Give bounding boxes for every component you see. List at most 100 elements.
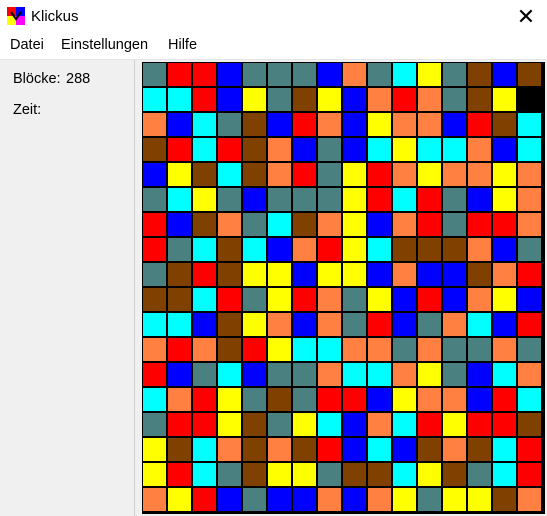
block-cell[interactable] xyxy=(268,513,291,514)
block-cell[interactable] xyxy=(393,313,416,336)
block-cell[interactable] xyxy=(143,513,166,514)
block-cell[interactable] xyxy=(268,463,291,486)
block-cell[interactable] xyxy=(368,363,391,386)
block-cell[interactable] xyxy=(318,238,341,261)
block-cell[interactable] xyxy=(343,88,366,111)
block-cell[interactable] xyxy=(518,188,541,211)
block-cell[interactable] xyxy=(193,138,216,161)
block-cell[interactable] xyxy=(393,63,416,86)
block-cell[interactable] xyxy=(468,188,491,211)
block-cell[interactable] xyxy=(293,438,316,461)
game-board[interactable] xyxy=(142,62,545,514)
block-cell[interactable] xyxy=(193,113,216,136)
block-cell[interactable] xyxy=(493,163,516,186)
block-cell[interactable] xyxy=(218,113,241,136)
block-cell[interactable] xyxy=(243,488,266,511)
block-cell[interactable] xyxy=(193,463,216,486)
block-cell[interactable] xyxy=(518,313,541,336)
block-cell[interactable] xyxy=(368,238,391,261)
block-cell[interactable] xyxy=(268,63,291,86)
block-cell[interactable] xyxy=(268,363,291,386)
block-cell[interactable] xyxy=(393,188,416,211)
block-cell[interactable] xyxy=(318,88,341,111)
block-cell[interactable] xyxy=(368,338,391,361)
block-cell[interactable] xyxy=(418,338,441,361)
block-cell[interactable] xyxy=(318,63,341,86)
block-cell[interactable] xyxy=(143,238,166,261)
block-cell[interactable] xyxy=(318,438,341,461)
block-cell[interactable] xyxy=(343,113,366,136)
block-cell[interactable] xyxy=(468,163,491,186)
block-cell[interactable] xyxy=(293,138,316,161)
block-cell[interactable] xyxy=(418,513,441,514)
block-cell[interactable] xyxy=(343,438,366,461)
block-cell[interactable] xyxy=(468,513,491,514)
block-cell[interactable] xyxy=(293,88,316,111)
block-cell[interactable] xyxy=(518,163,541,186)
block-cell[interactable] xyxy=(543,338,544,361)
block-cell[interactable] xyxy=(168,263,191,286)
block-cell[interactable] xyxy=(193,513,216,514)
block-cell[interactable] xyxy=(418,88,441,111)
block-cell[interactable] xyxy=(193,313,216,336)
block-cell[interactable] xyxy=(343,138,366,161)
block-cell[interactable] xyxy=(168,238,191,261)
block-cell[interactable] xyxy=(443,63,466,86)
block-cell[interactable] xyxy=(143,363,166,386)
block-cell[interactable] xyxy=(243,213,266,236)
block-cell[interactable] xyxy=(293,313,316,336)
block-cell[interactable] xyxy=(293,338,316,361)
block-cell[interactable] xyxy=(443,213,466,236)
block-cell[interactable] xyxy=(218,463,241,486)
block-cell[interactable] xyxy=(293,263,316,286)
block-cell[interactable] xyxy=(218,488,241,511)
block-cell[interactable] xyxy=(343,63,366,86)
block-cell[interactable] xyxy=(293,213,316,236)
block-cell[interactable] xyxy=(168,413,191,436)
block-cell[interactable] xyxy=(393,88,416,111)
block-cell[interactable] xyxy=(393,438,416,461)
block-cell[interactable] xyxy=(368,288,391,311)
block-cell[interactable] xyxy=(343,163,366,186)
block-cell[interactable] xyxy=(143,288,166,311)
block-cell[interactable] xyxy=(143,338,166,361)
block-cell[interactable] xyxy=(143,63,166,86)
block-cell[interactable] xyxy=(268,338,291,361)
block-cell[interactable] xyxy=(543,413,544,436)
block-cell[interactable] xyxy=(418,438,441,461)
block-cell[interactable] xyxy=(543,263,544,286)
block-cell[interactable] xyxy=(293,238,316,261)
block-cell[interactable] xyxy=(168,188,191,211)
block-cell[interactable] xyxy=(168,88,191,111)
menu-datei[interactable]: Datei xyxy=(10,37,44,53)
block-cell[interactable] xyxy=(243,388,266,411)
block-cell[interactable] xyxy=(418,413,441,436)
block-cell[interactable] xyxy=(418,313,441,336)
block-cell[interactable] xyxy=(443,188,466,211)
block-cell[interactable] xyxy=(443,513,466,514)
block-cell[interactable] xyxy=(293,163,316,186)
block-cell[interactable] xyxy=(493,438,516,461)
block-cell[interactable] xyxy=(193,63,216,86)
block-cell[interactable] xyxy=(493,63,516,86)
block-cell[interactable] xyxy=(493,363,516,386)
block-cell[interactable] xyxy=(418,213,441,236)
block-cell[interactable] xyxy=(518,388,541,411)
block-cell[interactable] xyxy=(268,413,291,436)
block-cell[interactable] xyxy=(218,88,241,111)
block-cell[interactable] xyxy=(343,213,366,236)
block-cell[interactable] xyxy=(518,63,541,86)
block-cell[interactable] xyxy=(543,388,544,411)
block-cell[interactable] xyxy=(443,438,466,461)
block-cell[interactable] xyxy=(143,488,166,511)
block-cell[interactable] xyxy=(543,88,544,111)
block-cell[interactable] xyxy=(193,88,216,111)
block-cell[interactable] xyxy=(243,313,266,336)
block-cell[interactable] xyxy=(393,113,416,136)
block-cell[interactable] xyxy=(343,188,366,211)
block-cell[interactable] xyxy=(393,138,416,161)
block-cell[interactable] xyxy=(443,313,466,336)
block-cell[interactable] xyxy=(543,238,544,261)
block-cell[interactable] xyxy=(293,63,316,86)
block-cell[interactable] xyxy=(193,188,216,211)
